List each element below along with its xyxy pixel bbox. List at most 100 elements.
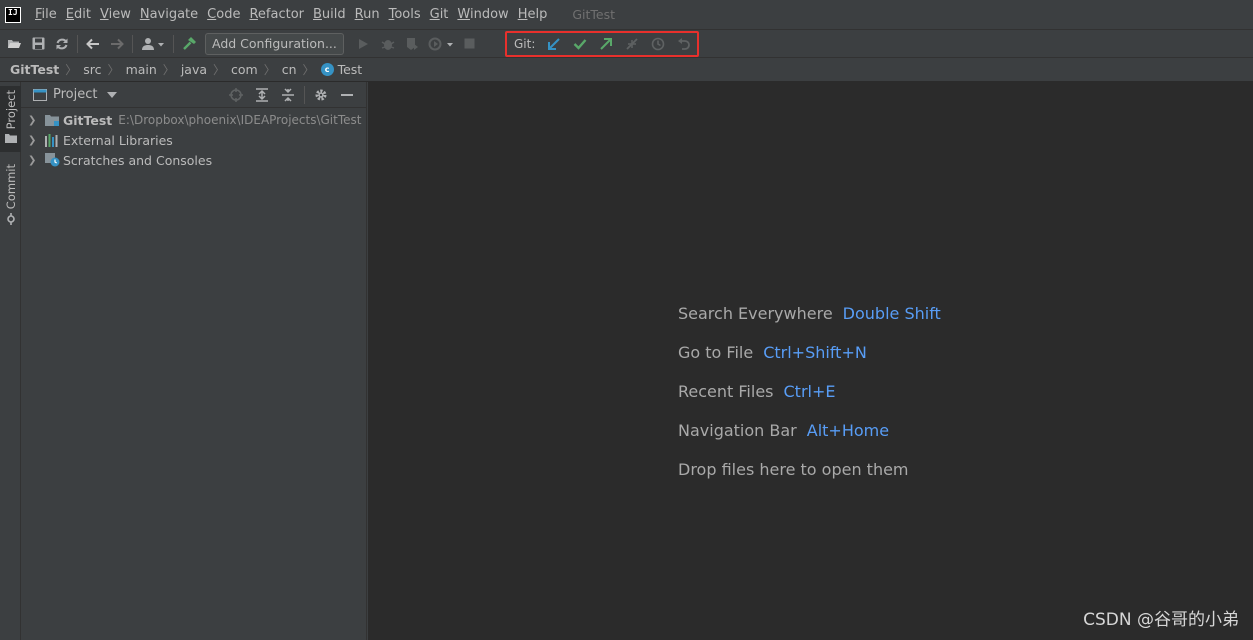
hint-shortcut: Ctrl+E bbox=[783, 382, 836, 401]
tool-tab-commit[interactable]: Commit bbox=[0, 162, 21, 226]
tool-tab-label: Commit bbox=[3, 164, 18, 210]
sync-icon[interactable] bbox=[50, 32, 74, 56]
breadcrumb-separator: 〉 bbox=[213, 63, 226, 77]
menu-file[interactable]: File bbox=[31, 7, 61, 22]
toolbar-separator bbox=[77, 34, 78, 53]
main-toolbar: Add Configuration... Git: bbox=[0, 29, 1253, 57]
menu-view[interactable]: View bbox=[96, 7, 135, 22]
breadcrumb-item-java[interactable]: java bbox=[181, 62, 207, 77]
hint-navigation-bar: Navigation Bar Alt+Home bbox=[678, 421, 941, 460]
project-view-icon bbox=[33, 88, 47, 101]
menu-navigate[interactable]: Navigate bbox=[136, 7, 202, 22]
breadcrumb-separator: 〉 bbox=[263, 63, 276, 77]
breadcrumb-item-src[interactable]: src bbox=[83, 62, 101, 77]
commit-node-icon bbox=[6, 213, 15, 226]
menu-code[interactable]: Code bbox=[203, 7, 244, 22]
hint-go-to-file: Go to File Ctrl+Shift+N bbox=[678, 343, 941, 382]
module-folder-icon bbox=[44, 113, 60, 127]
tree-item-label: Scratches and Consoles bbox=[63, 152, 213, 168]
chevron-right-icon[interactable]: ❯ bbox=[28, 115, 40, 126]
hint-text: Search Everywhere bbox=[678, 304, 833, 323]
breadcrumb-item-test[interactable]: c Test bbox=[320, 62, 363, 77]
gear-icon[interactable] bbox=[308, 85, 334, 105]
chevron-down-icon[interactable] bbox=[107, 91, 118, 98]
save-all-icon[interactable] bbox=[26, 32, 50, 56]
breadcrumb-item-main[interactable]: main bbox=[126, 62, 157, 77]
hint-text: Drop files here to open them bbox=[678, 460, 909, 479]
breadcrumb-item-label: Test bbox=[337, 62, 363, 77]
stop-icon[interactable] bbox=[458, 32, 482, 56]
menu-edit[interactable]: Edit bbox=[62, 7, 95, 22]
commit-icon[interactable] bbox=[567, 32, 593, 56]
editor-area[interactable]: Search Everywhere Double Shift Go to Fil… bbox=[368, 82, 1253, 640]
breadcrumb-separator: 〉 bbox=[107, 63, 120, 77]
tool-tab-project[interactable]: Project bbox=[0, 86, 21, 152]
profile-dropdown-icon[interactable] bbox=[424, 32, 458, 56]
forward-arrow-icon[interactable] bbox=[105, 32, 129, 56]
menu-run[interactable]: Run bbox=[351, 7, 384, 22]
menu-build[interactable]: Build bbox=[309, 7, 350, 22]
menu-bar: IJ File Edit View Navigate Code Refactor… bbox=[0, 0, 1253, 29]
expand-all-icon[interactable] bbox=[249, 85, 275, 105]
tree-item-external-libraries[interactable]: ❯ External Libraries bbox=[21, 130, 366, 150]
menu-refactor[interactable]: Refactor bbox=[245, 7, 308, 22]
scratches-icon bbox=[44, 153, 60, 167]
history-icon[interactable] bbox=[645, 32, 671, 56]
window-title: GitTest bbox=[572, 7, 616, 22]
breadcrumb-item-gittest[interactable]: GitTest bbox=[10, 62, 59, 77]
back-arrow-icon[interactable] bbox=[81, 32, 105, 56]
pull-request-icon[interactable] bbox=[619, 32, 645, 56]
user-dropdown-icon[interactable] bbox=[136, 32, 170, 56]
menu-tools[interactable]: Tools bbox=[385, 7, 425, 22]
breadcrumb-item-cn[interactable]: cn bbox=[282, 62, 297, 77]
left-tool-strip: Project Commit bbox=[0, 82, 21, 640]
tree-item-gittest[interactable]: ❯ GitTest E:\Dropbox\phoenix\IDEAProject… bbox=[21, 110, 366, 130]
collapse-all-icon[interactable] bbox=[275, 85, 301, 105]
breadcrumb-separator: 〉 bbox=[65, 63, 78, 77]
breadcrumb-separator: 〉 bbox=[162, 63, 175, 77]
hint-text: Recent Files bbox=[678, 382, 774, 401]
panel-tools bbox=[223, 85, 360, 105]
push-icon[interactable] bbox=[593, 32, 619, 56]
toolbar-separator bbox=[173, 34, 174, 53]
locate-target-icon[interactable] bbox=[223, 85, 249, 105]
chevron-right-icon[interactable]: ❯ bbox=[28, 135, 40, 146]
coverage-icon[interactable] bbox=[400, 32, 424, 56]
hint-recent-files: Recent Files Ctrl+E bbox=[678, 382, 941, 421]
empty-editor-hints: Search Everywhere Double Shift Go to Fil… bbox=[678, 304, 941, 499]
tree-item-label: GitTest bbox=[63, 112, 113, 128]
menu-git[interactable]: Git bbox=[426, 7, 453, 22]
project-panel: Project ❯ GitTest E:\Dropbox\phoenix\IDE… bbox=[21, 82, 367, 640]
menu-help[interactable]: Help bbox=[514, 7, 552, 22]
tree-item-label: External Libraries bbox=[63, 132, 173, 148]
run-icon[interactable] bbox=[352, 32, 376, 56]
build-hammer-icon[interactable] bbox=[177, 32, 201, 56]
chevron-right-icon[interactable]: ❯ bbox=[28, 155, 40, 166]
git-label: Git: bbox=[514, 37, 536, 51]
folder-icon bbox=[4, 134, 17, 144]
hint-search-everywhere: Search Everywhere Double Shift bbox=[678, 304, 941, 343]
open-folder-icon[interactable] bbox=[2, 32, 26, 56]
minimize-icon[interactable] bbox=[334, 85, 360, 105]
java-class-icon: c bbox=[320, 63, 334, 76]
menu-window[interactable]: Window bbox=[453, 7, 512, 22]
hint-shortcut: Ctrl+Shift+N bbox=[763, 343, 867, 362]
tool-tab-label: Project bbox=[3, 90, 18, 130]
panel-title[interactable]: Project bbox=[53, 87, 97, 102]
breadcrumb: GitTest 〉 src 〉 main 〉 java 〉 com 〉 cn 〉… bbox=[0, 57, 1253, 82]
library-icon bbox=[44, 133, 60, 147]
breadcrumb-separator: 〉 bbox=[302, 63, 315, 77]
update-project-icon[interactable] bbox=[541, 32, 567, 56]
tree-item-path: E:\Dropbox\phoenix\IDEAProjects\GitTest bbox=[118, 113, 362, 127]
hint-text: Go to File bbox=[678, 343, 754, 362]
git-toolbar-group: Git: bbox=[505, 31, 699, 57]
rollback-icon[interactable] bbox=[671, 32, 697, 56]
hint-shortcut: Double Shift bbox=[842, 304, 941, 323]
breadcrumb-item-com[interactable]: com bbox=[231, 62, 258, 77]
toolbar-separator bbox=[132, 34, 133, 53]
add-configuration-button[interactable]: Add Configuration... bbox=[205, 32, 344, 55]
watermark: CSDN @谷哥的小弟 bbox=[1083, 610, 1239, 630]
debug-icon[interactable] bbox=[376, 32, 400, 56]
tree-item-scratches[interactable]: ❯ Scratches and Consoles bbox=[21, 150, 366, 170]
hint-drop-files: Drop files here to open them bbox=[678, 460, 941, 499]
